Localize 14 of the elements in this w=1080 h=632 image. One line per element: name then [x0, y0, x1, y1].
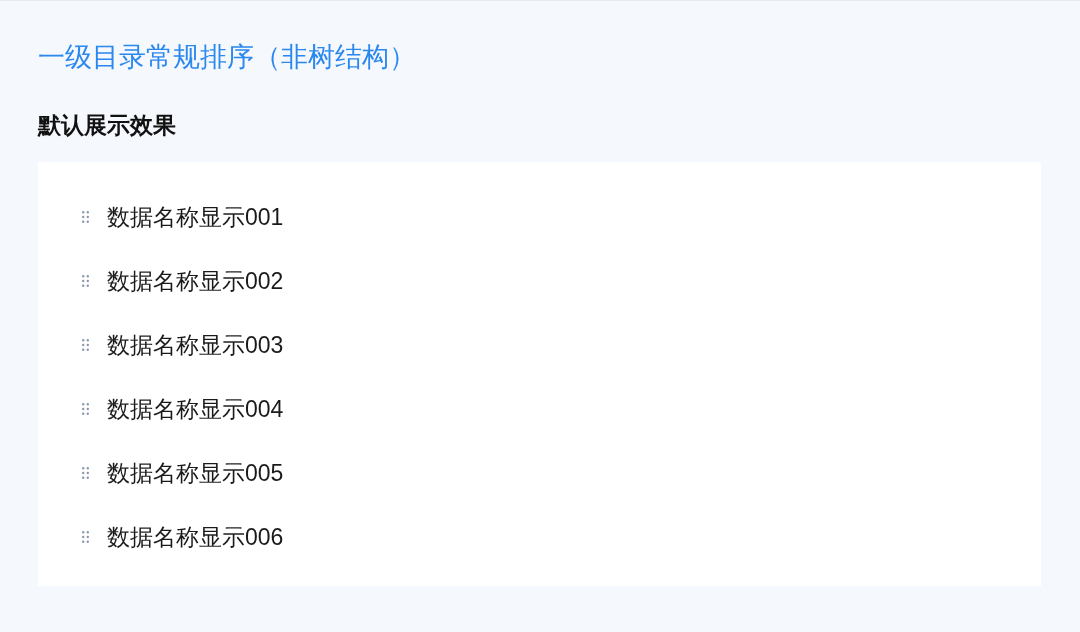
- item-label: 数据名称显示003: [107, 331, 284, 360]
- item-label: 数据名称显示002: [107, 267, 284, 296]
- drag-handle-icon[interactable]: [82, 531, 89, 543]
- drag-handle-icon[interactable]: [82, 339, 89, 351]
- drag-handle-icon[interactable]: [82, 275, 89, 287]
- item-label: 数据名称显示004: [107, 395, 284, 424]
- item-label: 数据名称显示001: [107, 203, 284, 232]
- drag-handle-icon[interactable]: [82, 403, 89, 415]
- item-label: 数据名称显示005: [107, 459, 284, 488]
- drag-handle-icon[interactable]: [82, 211, 89, 223]
- item-label: 数据名称显示006: [107, 523, 284, 552]
- drag-handle-icon[interactable]: [82, 467, 89, 479]
- section-heading: 默认展示效果: [38, 112, 176, 140]
- page-title: 一级目录常规排序（非树结构）: [38, 41, 416, 74]
